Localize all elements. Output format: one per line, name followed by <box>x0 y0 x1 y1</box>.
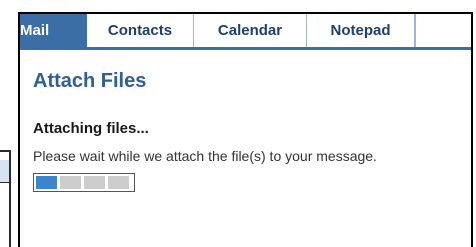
tab-contacts[interactable]: Contacts <box>87 14 194 47</box>
tab-mail[interactable]: Mail <box>20 14 87 47</box>
background-window-edge <box>0 150 11 247</box>
tab-bar: Mail Contacts Calendar Notepad <box>20 14 471 50</box>
background-window-band <box>0 160 9 183</box>
progress-segment <box>36 176 57 189</box>
page-title: Attach Files <box>33 70 147 92</box>
attach-files-panel: Attach Files Attaching files... Please w… <box>20 50 471 247</box>
mail-window: Mail Contacts Calendar Notepad Attach Fi… <box>18 12 473 247</box>
status-heading: Attaching files... <box>33 120 149 137</box>
tab-calendar[interactable]: Calendar <box>194 14 307 47</box>
progress-segment <box>84 176 105 189</box>
progress-bar <box>33 173 135 192</box>
status-message: Please wait while we attach the file(s) … <box>33 148 377 164</box>
tab-bar-filler <box>415 14 471 47</box>
tab-notepad[interactable]: Notepad <box>307 14 415 47</box>
progress-segment <box>60 176 81 189</box>
progress-segment <box>108 176 129 189</box>
